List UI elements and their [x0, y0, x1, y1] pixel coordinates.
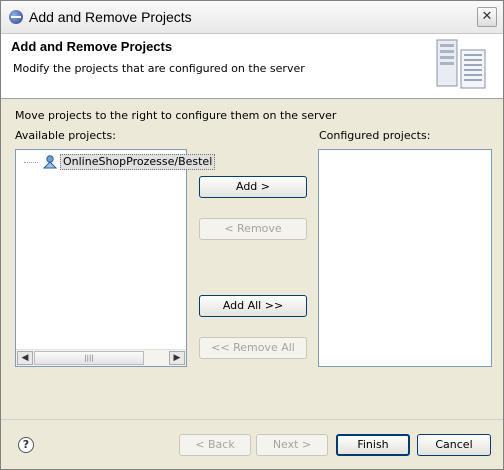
scroll-right-button[interactable]: ▶: [169, 351, 185, 365]
cancel-button[interactable]: Cancel: [417, 434, 491, 456]
add-button[interactable]: Add >: [199, 176, 307, 198]
page-title: Add and Remove Projects: [11, 39, 173, 54]
available-projects-label: Available projects:: [15, 129, 116, 142]
close-button[interactable]: ✕: [477, 7, 497, 27]
remove-button[interactable]: < Remove: [199, 218, 307, 240]
wizard-header: Add and Remove Projects Modify the proje…: [1, 34, 503, 99]
tree-connector: [24, 162, 38, 163]
page-description: Modify the projects that are configured …: [13, 62, 305, 75]
project-icon: [42, 155, 58, 169]
next-button[interactable]: Next >: [256, 434, 328, 456]
help-icon: ?: [22, 438, 30, 451]
title-bar: Add and Remove Projects ✕: [1, 1, 503, 34]
instructions-text: Move projects to the right to configure …: [15, 109, 337, 122]
horizontal-scrollbar[interactable]: ◀ |||| ▶: [16, 349, 186, 366]
remove-all-button[interactable]: << Remove All: [199, 337, 307, 359]
eclipse-icon: [9, 10, 23, 24]
back-button[interactable]: < Back: [179, 434, 251, 456]
add-remove-projects-dialog: Add and Remove Projects ✕ Add and Remove…: [0, 0, 504, 470]
add-all-button[interactable]: Add All >>: [199, 295, 307, 317]
configured-projects-list[interactable]: [318, 149, 492, 367]
scroll-thumb[interactable]: ||||: [34, 351, 144, 365]
wizard-footer: ? < Back Next > Finish Cancel: [1, 419, 503, 470]
chevron-right-icon: ▶: [173, 353, 181, 363]
chevron-left-icon: ◀: [21, 353, 29, 363]
window-title: Add and Remove Projects: [29, 9, 192, 25]
available-projects-list[interactable]: OnlineShopProzesse/Bestel ◀ |||| ▶: [15, 149, 216, 367]
project-label: OnlineShopProzesse/Bestel: [60, 154, 216, 170]
finish-button[interactable]: Finish: [336, 434, 410, 456]
server-banner-icon: [436, 39, 486, 89]
close-icon: ✕: [481, 9, 493, 24]
scroll-left-button[interactable]: ◀: [17, 351, 33, 365]
grip-icon: ||||: [84, 354, 94, 362]
help-button[interactable]: ?: [18, 437, 34, 453]
configured-projects-label: Configured projects:: [319, 129, 431, 142]
